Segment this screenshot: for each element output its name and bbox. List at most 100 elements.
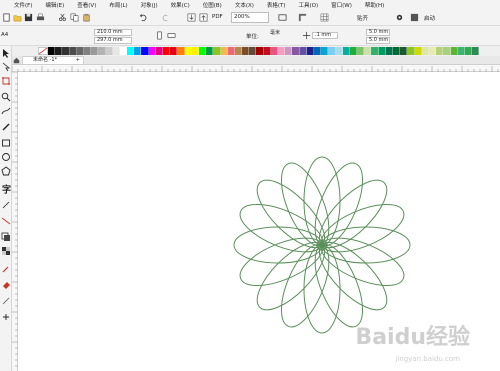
nudge-distance-field[interactable]: .1 mm (312, 32, 338, 39)
print-icon[interactable] (36, 13, 45, 22)
color-swatch[interactable] (98, 47, 106, 55)
color-swatch[interactable] (83, 47, 92, 55)
menu-item[interactable]: 效果(C) (171, 1, 190, 9)
flower-petal[interactable] (315, 228, 410, 295)
color-swatch[interactable] (385, 47, 393, 55)
units-select[interactable]: 毫米 (268, 31, 294, 38)
full-screen-icon[interactable] (278, 13, 287, 22)
interactive-fill-tool-icon[interactable] (1, 280, 11, 290)
color-swatch[interactable] (256, 47, 264, 55)
paper-size-select[interactable]: A4 (1, 32, 8, 38)
color-swatch[interactable] (127, 47, 135, 55)
copy-icon[interactable] (70, 13, 79, 22)
color-swatch[interactable] (349, 47, 358, 55)
duplicate-distance-y-field[interactable]: 5.0 mm (366, 37, 390, 44)
color-swatch[interactable] (371, 47, 379, 55)
color-swatch[interactable] (134, 47, 142, 55)
undo-icon[interactable] (139, 13, 148, 22)
color-swatch[interactable] (55, 47, 63, 55)
color-swatch[interactable] (407, 47, 415, 55)
eyedropper-tool-icon[interactable] (1, 264, 11, 274)
flower-petal[interactable] (234, 195, 329, 262)
menu-item[interactable]: 表格(T) (267, 1, 286, 9)
color-swatch[interactable] (278, 47, 286, 55)
show-grid-icon[interactable] (320, 13, 329, 22)
menu-item[interactable]: 位图(B) (203, 1, 222, 9)
color-swatch[interactable] (364, 47, 372, 55)
color-swatch[interactable] (342, 47, 350, 55)
flower-petal[interactable] (303, 244, 341, 334)
flower-petal[interactable] (315, 195, 410, 262)
save-icon[interactable] (24, 13, 33, 22)
menu-item[interactable]: 查看(V) (77, 1, 96, 9)
drop-shadow-tool-icon[interactable] (1, 232, 11, 242)
export-icon[interactable] (199, 13, 208, 22)
smart-fill-tool-icon[interactable] (1, 296, 11, 306)
menu-item[interactable]: 布局(L) (109, 1, 127, 9)
flower-petal[interactable] (233, 226, 323, 264)
color-swatch[interactable] (299, 47, 307, 55)
color-swatch[interactable] (220, 47, 228, 55)
color-swatch[interactable] (313, 47, 322, 55)
redo-icon[interactable] (161, 13, 170, 22)
duplicate-distance-x-field[interactable]: 5.0 mm (366, 29, 390, 36)
color-swatch[interactable] (249, 47, 257, 55)
add-tool-icon[interactable] (1, 312, 11, 322)
menu-item[interactable]: 帮助(H) (365, 1, 384, 9)
parallel-dimension-tool-icon[interactable] (1, 200, 11, 210)
vertical-ruler[interactable] (12, 71, 18, 371)
ellipse-tool-icon[interactable] (1, 152, 11, 162)
color-swatch[interactable] (177, 47, 185, 55)
snap-to-label[interactable]: 贴齐 (357, 14, 368, 22)
add-tab-icon[interactable]: + (76, 57, 80, 64)
color-swatch[interactable] (227, 47, 235, 55)
color-swatch[interactable] (472, 47, 480, 55)
cut-icon[interactable] (58, 13, 67, 22)
color-swatch[interactable] (443, 47, 451, 55)
color-swatch[interactable] (400, 47, 408, 55)
color-swatch[interactable] (292, 47, 300, 55)
text-tool-icon[interactable]: 字 (1, 184, 11, 194)
color-swatch[interactable] (450, 47, 458, 55)
color-swatch[interactable] (184, 47, 192, 55)
open-folder-icon[interactable] (13, 13, 22, 22)
color-swatch[interactable] (285, 47, 293, 55)
crop-tool-icon[interactable] (1, 76, 11, 86)
import-icon[interactable] (187, 13, 196, 22)
flower-petal[interactable] (234, 228, 329, 295)
color-swatch[interactable] (321, 47, 329, 55)
color-swatch[interactable] (393, 47, 401, 55)
color-swatch[interactable] (464, 47, 473, 55)
tab-untitled-document[interactable]: 未命名 -1* + (22, 56, 84, 65)
color-swatch[interactable] (155, 47, 163, 55)
no-color-swatch[interactable] (38, 47, 48, 55)
color-swatch[interactable] (48, 47, 56, 55)
color-swatch[interactable] (378, 47, 386, 55)
color-swatch[interactable] (198, 47, 207, 55)
flower-petal[interactable] (321, 226, 411, 264)
color-swatch[interactable] (76, 47, 84, 55)
color-swatch[interactable] (428, 47, 437, 55)
flower-petal[interactable] (272, 238, 339, 333)
artistic-media-tool-icon[interactable] (1, 122, 11, 132)
color-swatch[interactable] (357, 47, 365, 55)
color-swatch[interactable] (306, 47, 314, 55)
color-swatch[interactable] (457, 47, 465, 55)
home-icon[interactable] (13, 57, 20, 64)
menu-item[interactable]: 文本(X) (235, 1, 254, 9)
color-swatch[interactable] (141, 47, 149, 55)
color-swatch[interactable] (421, 47, 429, 55)
color-swatch[interactable] (270, 47, 278, 55)
application-launcher-icon[interactable] (410, 13, 419, 22)
portrait-icon[interactable] (155, 31, 164, 40)
color-swatch[interactable] (234, 47, 243, 55)
color-swatch[interactable] (148, 47, 156, 55)
transparency-tool-icon[interactable] (1, 246, 11, 256)
color-swatch[interactable] (328, 47, 336, 55)
zoom-tool-icon[interactable] (1, 92, 11, 102)
color-swatch[interactable] (170, 47, 178, 55)
color-swatch[interactable] (62, 47, 70, 55)
menu-item[interactable]: 工具(O) (299, 1, 319, 9)
new-document-icon[interactable] (2, 13, 11, 22)
color-swatch[interactable] (335, 47, 343, 55)
